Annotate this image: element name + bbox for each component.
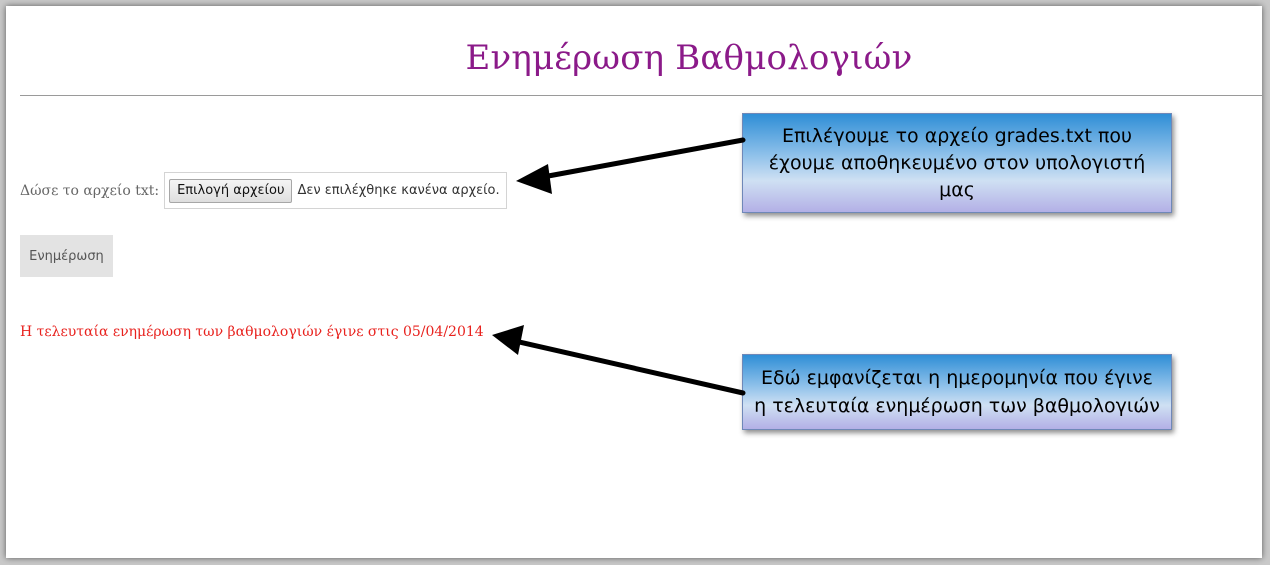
file-upload-label: Δώσε το αρχείο txt: [20, 182, 160, 199]
callout-line: Επιλέγουμε το αρχείο grades.txt που [781, 125, 1133, 147]
choose-file-button[interactable]: Επιλογή αρχείου [169, 178, 293, 203]
annotation-arrows [492, 137, 746, 396]
title-divider [20, 95, 1262, 96]
file-status-text: Δεν επιλέχθηκε κανένα αρχείο. [297, 183, 500, 198]
callout-choose-file: Επιλέγουμε το αρχείο grades.txt που έχου… [742, 113, 1172, 213]
file-upload-row: Δώσε το αρχείο txt: Επιλογή αρχείου Δεν … [20, 172, 507, 209]
file-input[interactable]: Επιλογή αρχείου Δεν επιλέχθηκε κανένα αρ… [164, 172, 507, 209]
arrow-to-last-update [492, 325, 746, 396]
callout-line: η τελευταία ενημέρωση των βαθμολογιών [754, 395, 1160, 417]
callout-last-update: Εδώ εμφανίζεται η ημερομηνία που έγινε η… [742, 354, 1172, 430]
callout-line: Εδώ εμφανίζεται η ημερομηνία που έγινε [761, 367, 1153, 389]
callout-line: μας [939, 179, 975, 201]
arrow-to-file-input [516, 137, 746, 194]
update-button[interactable]: Ενημέρωση [20, 235, 113, 277]
callout-line: έχουμε αποθηκευμένο στον υπολογιστή [768, 152, 1146, 174]
page-title: Ενημέρωση Βαθμολογιών [465, 38, 913, 78]
last-update-message: Η τελευταία ενημέρωση των βαθμολογιών έγ… [20, 324, 484, 340]
screenshot-frame: Ενημέρωση Βαθμολογιών Δώσε το αρχείο txt… [6, 6, 1262, 558]
